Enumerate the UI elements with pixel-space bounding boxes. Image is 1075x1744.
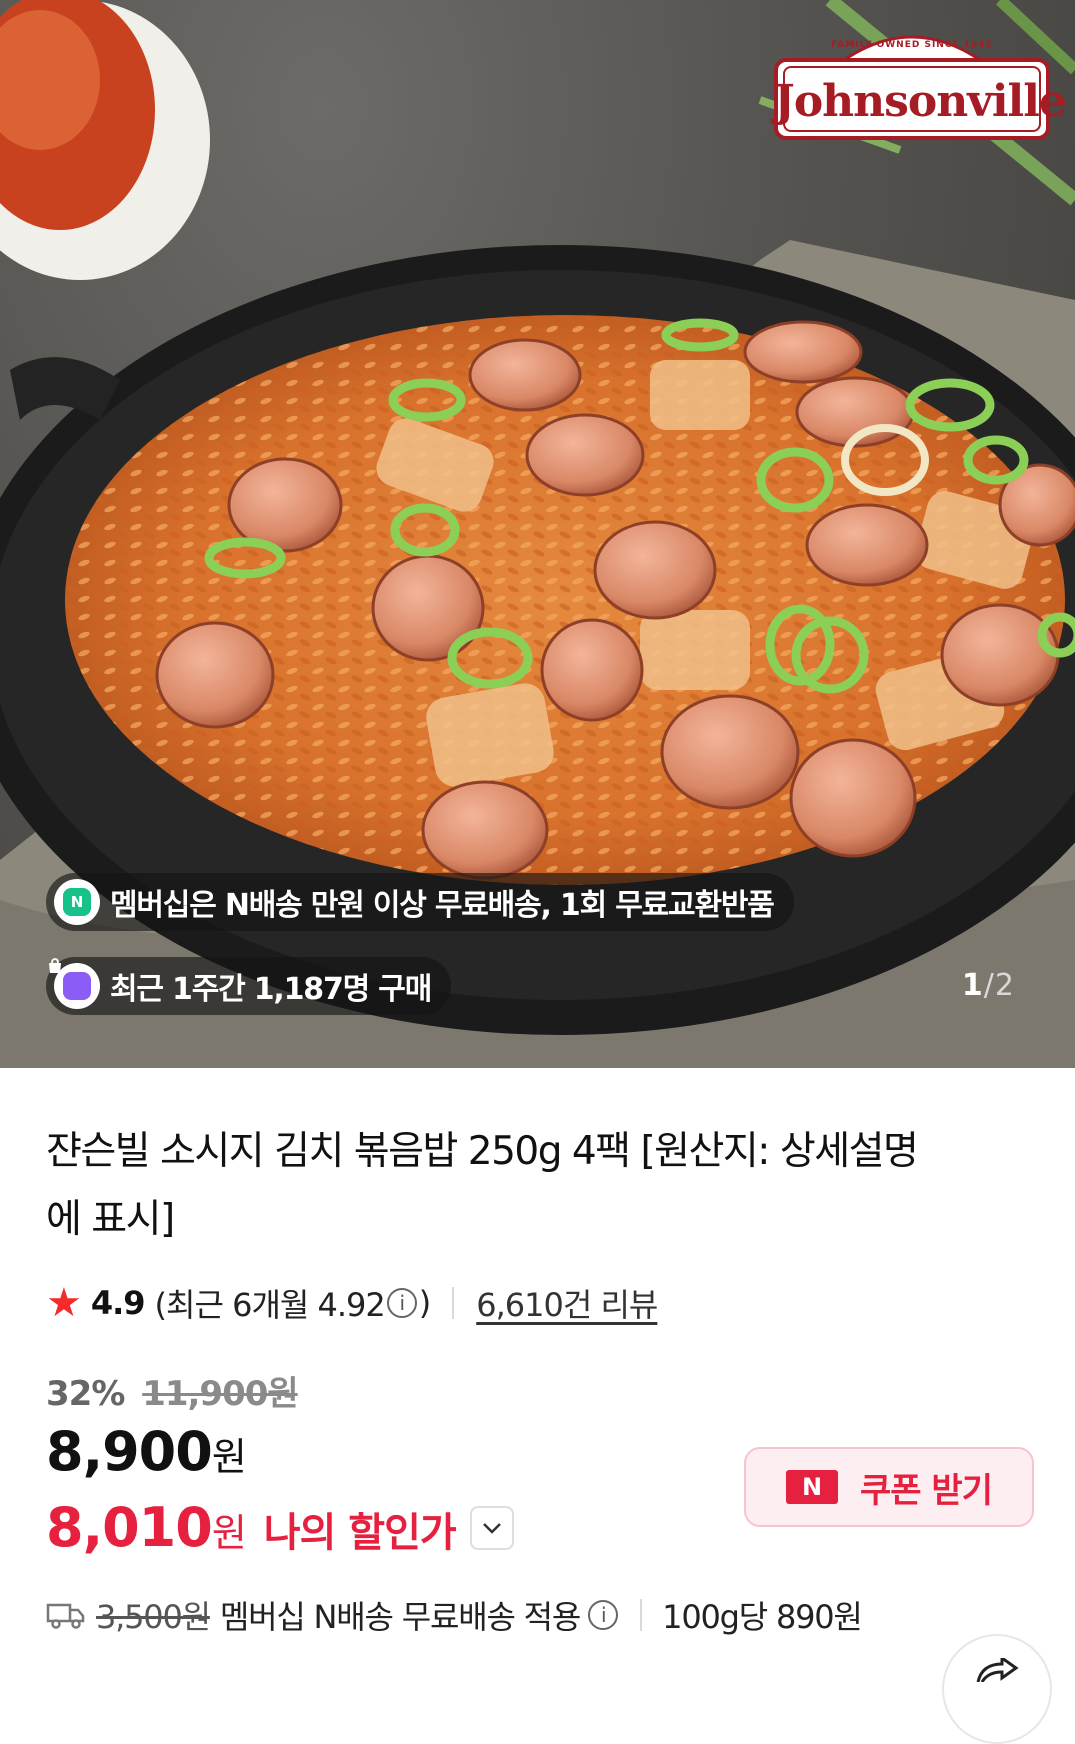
sale-price: 8,900원 [46,1420,247,1483]
brand-name: Johnsonville [774,76,1067,127]
review-count-link[interactable]: 6,610건 리뷰 [476,1280,658,1326]
johnsonville-logo: FAMILY OWNED SINCE 1945 Johnsonville [774,24,1067,142]
recent-purchase-text: 최근 1주간 1,187명 구매 [110,972,432,1007]
recent-purchase-pill: 최근 1주간 1,187명 구매 [46,957,452,1015]
my-price-unit: 원 [211,1511,247,1555]
shipping-benefit-text: 멤버십 N배송 무료배송 적용 [219,1598,581,1636]
star-icon: ★ [46,1280,82,1326]
brand-tagline: FAMILY OWNED SINCE 1945 [831,40,993,50]
shipping-info-icon[interactable]: i [588,1600,619,1630]
share-icon [976,1658,1019,1682]
original-shipping-fee: 3,500원 [96,1598,211,1636]
rating-score: 4.9 [90,1284,146,1322]
recent-rating: (최근 6개월 4.92 [154,1286,386,1324]
shipping-row: 3,500원 멤버십 N배송 무료배송 적용 i 100g당 890원 [46,1590,863,1640]
truck-icon [46,1603,85,1629]
coupon-label: 쿠폰 받기 [860,1470,993,1511]
shopping-bag-icon [49,958,100,1009]
n-delivery-icon: N [54,879,100,925]
product-image-carousel[interactable]: FAMILY OWNED SINCE 1945 Johnsonville N 멤… [0,0,1075,1068]
product-title: 쟌슨빌 소시지 김치 볶음밥 250g 4팩 [원산지: 상세설명에 표시] [46,1129,919,1242]
naver-n-icon: N [786,1470,839,1504]
divider [452,1287,455,1319]
membership-benefit-pill: N 멤버십은 N배송 만원 이상 무료배송, 1회 무료교환반품 [46,873,794,931]
original-price: 11,900원 [142,1374,298,1414]
my-price-label: 나의 할인가 [263,1510,457,1556]
rating-row: ★ 4.9 (최근 6개월 4.92 i ) 6,610건 리뷰 [46,1280,658,1326]
discount-row: 32% 11,900원 [46,1366,299,1415]
discount-rate: 32% [46,1374,125,1414]
total-images: 2 [994,968,1015,1003]
divider [640,1599,643,1631]
chevron-down-icon[interactable] [469,1505,514,1550]
share-button[interactable] [942,1634,1052,1744]
unit-price: 100g당 890원 [662,1598,863,1636]
info-icon[interactable]: i [386,1288,417,1318]
sale-price-value: 8,900 [46,1420,213,1483]
my-price-value: 8,010 [46,1496,213,1559]
membership-benefit-text: 멤버십은 N배송 만원 이상 무료배송, 1회 무료교환반품 [110,888,775,923]
current-image-index: 1 [961,968,984,1003]
sale-price-unit: 원 [211,1435,247,1479]
my-price-row[interactable]: 8,010 원 나의 할인가 [46,1496,514,1559]
get-coupon-button[interactable]: N 쿠폰 받기 [744,1447,1034,1527]
image-page-counter: 1/2 [961,968,1015,1003]
